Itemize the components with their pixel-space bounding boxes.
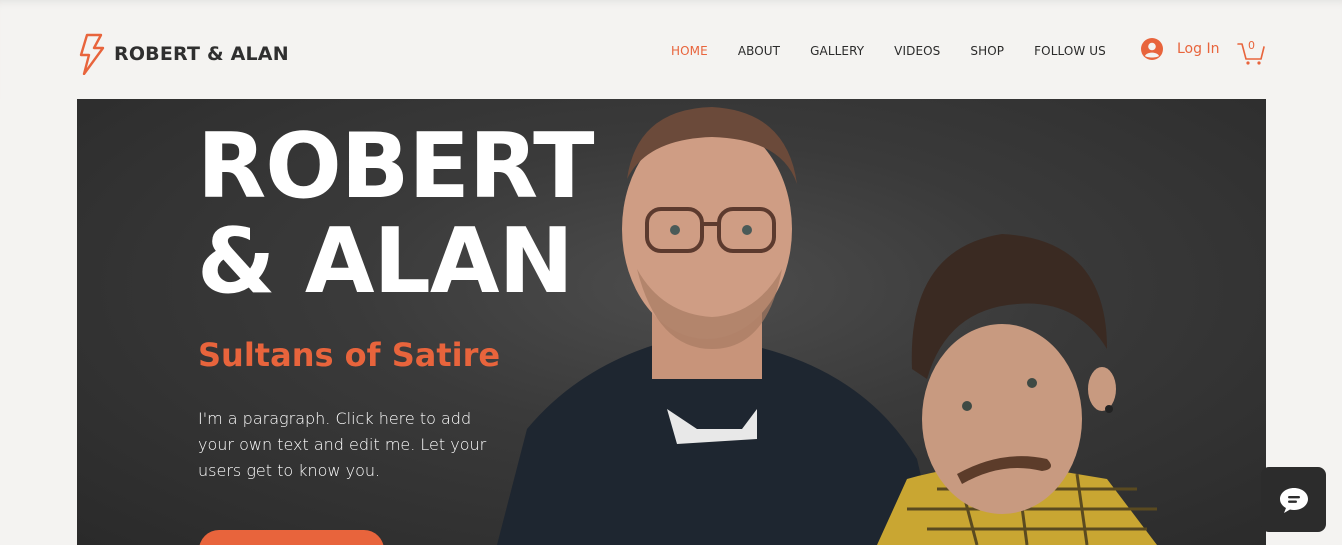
nav-home[interactable]: HOME: [671, 44, 708, 58]
hero-title-line1: ROBERT: [197, 114, 595, 219]
chat-bubble-icon: [1279, 487, 1308, 513]
lightning-bolt-icon: [79, 33, 105, 75]
login-label: Log In: [1177, 41, 1220, 57]
person-right-head: [922, 324, 1082, 514]
cart-button[interactable]: 0: [1237, 39, 1265, 65]
login-button[interactable]: Log In: [1141, 38, 1219, 60]
nav-videos[interactable]: VIDEOS: [894, 44, 940, 58]
nav-gallery[interactable]: GALLERY: [810, 44, 864, 58]
nav-about[interactable]: ABOUT: [738, 44, 780, 58]
hero-subtitle: Sultans of Satire: [198, 336, 501, 374]
site-logo[interactable]: ROBERT & ALAN: [77, 33, 289, 75]
hero-paragraph: I'm a paragraph. Click here to add your …: [198, 409, 487, 480]
hero-title-line2: & ALAN: [197, 209, 574, 314]
nav-shop[interactable]: SHOP: [970, 44, 1004, 58]
hero-cta-button[interactable]: [199, 530, 384, 545]
site-header: ROBERT & ALAN HOME ABOUT GALLERY VIDEOS …: [0, 0, 1342, 99]
user-avatar-icon: [1141, 38, 1163, 60]
brand-name: ROBERT & ALAN: [114, 43, 289, 65]
hero-section: ROBERT & ALAN Sultans of Satire I'm a pa…: [77, 99, 1266, 545]
cart-count: 0: [1248, 39, 1255, 52]
hero-title: ROBERT & ALAN: [197, 114, 595, 314]
nav-follow-us[interactable]: FOLLOW US: [1034, 44, 1106, 58]
main-nav: HOME ABOUT GALLERY VIDEOS SHOP FOLLOW US: [671, 44, 1136, 58]
chat-button[interactable]: [1261, 467, 1326, 532]
